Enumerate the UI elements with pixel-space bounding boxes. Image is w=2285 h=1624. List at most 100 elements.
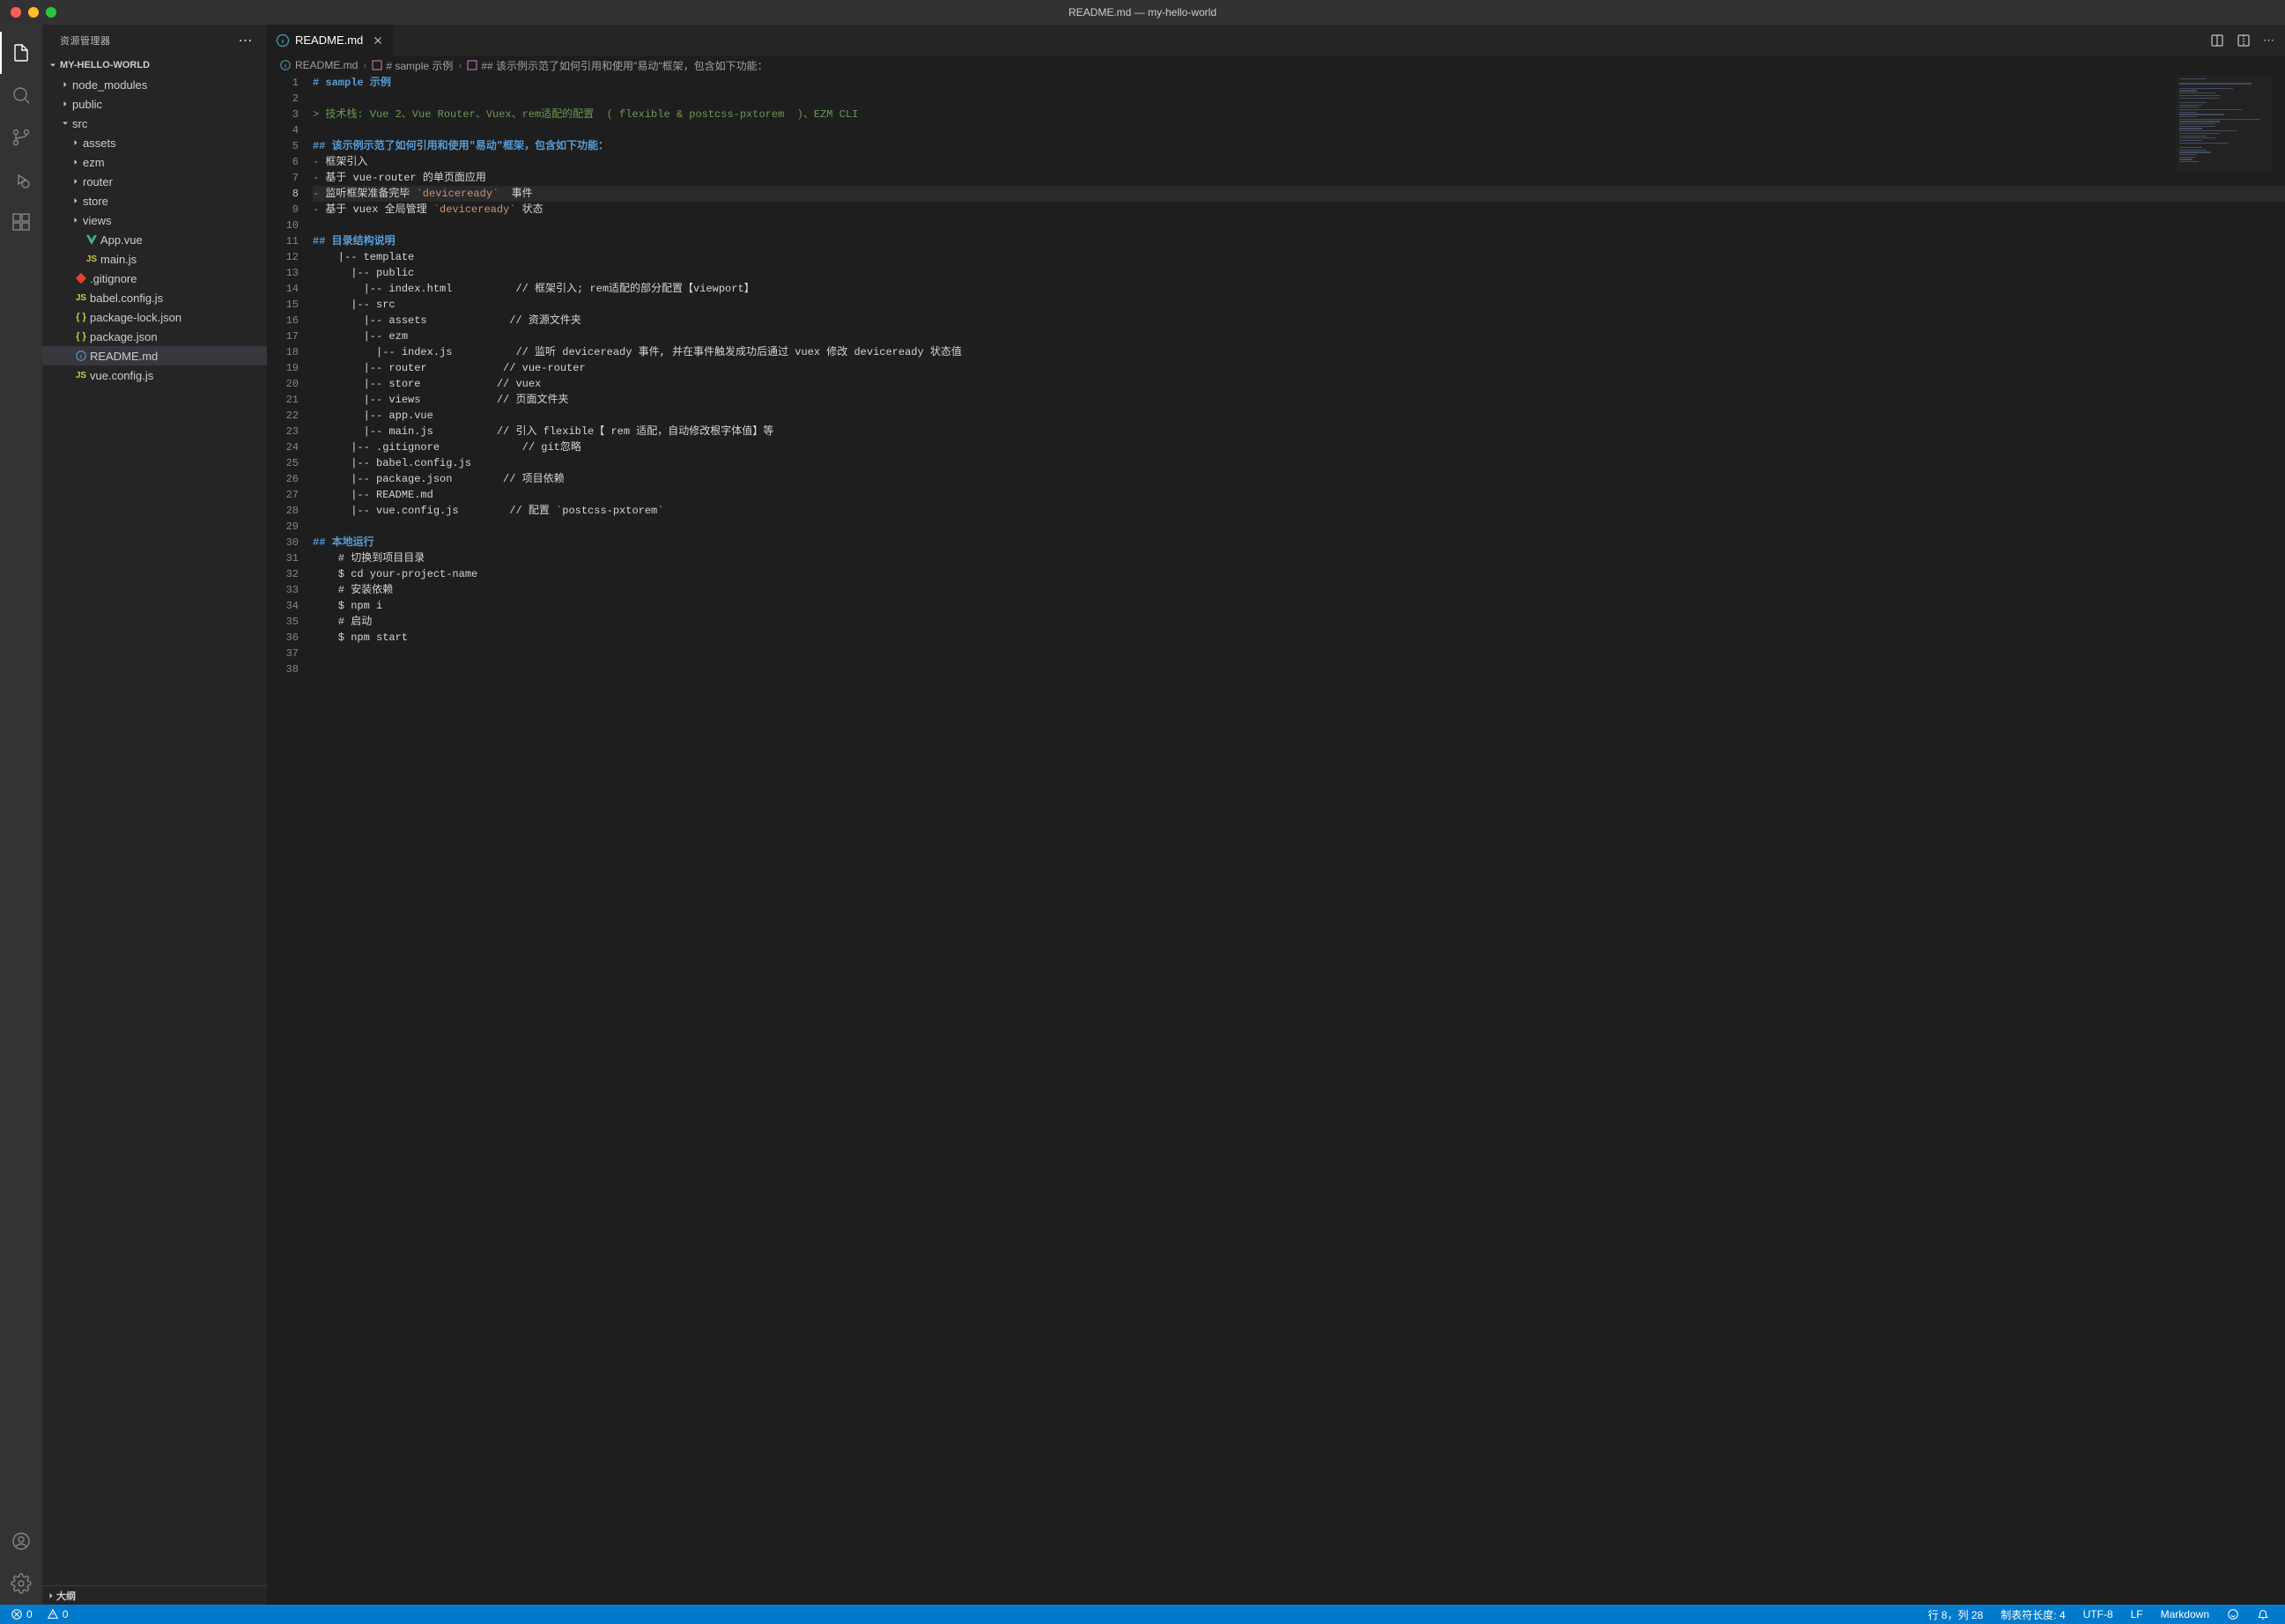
tree-item-label: store (83, 195, 108, 208)
code-content[interactable]: # sample 示例 > 技术栈: Vue 2、Vue Router、Vuex… (313, 75, 2285, 1605)
tree-item-label: main.js (100, 253, 137, 266)
window-title: README.md — my-hello-world (1069, 6, 1216, 18)
editor-body[interactable]: 1234567891011121314151617181920212223242… (267, 75, 2285, 1605)
tree-item-label: README.md (90, 350, 158, 363)
project-section-header[interactable]: MY-HELLO-WORLD (42, 55, 267, 75)
chevron-icon (69, 196, 83, 206)
chevron-icon (69, 176, 83, 187)
sidebar-title: 资源管理器 (60, 33, 111, 48)
tab-readme[interactable]: README.md (267, 25, 394, 55)
activity-source-control[interactable] (0, 116, 42, 159)
sidebar-more-icon[interactable]: ⋯ (239, 32, 254, 49)
file-icon: JS (72, 293, 90, 303)
breadcrumb-item[interactable]: # sample 示例 (386, 58, 453, 73)
files-icon (11, 42, 32, 63)
status-eol[interactable]: LF (2127, 1608, 2147, 1620)
window-close-button[interactable] (11, 7, 21, 18)
activity-bar (0, 25, 42, 1605)
status-tab-size[interactable]: 制表符长度: 4 (1997, 1607, 2068, 1622)
status-cursor-position[interactable]: 行 8，列 28 (1925, 1607, 1987, 1622)
file-icon: { } (72, 312, 90, 322)
tree-item-src[interactable]: src (42, 114, 267, 133)
activity-extensions[interactable] (0, 201, 42, 243)
window-maximize-button[interactable] (46, 7, 56, 18)
status-bell-icon[interactable] (2253, 1608, 2273, 1620)
tree-item-node-modules[interactable]: node_modules (42, 75, 267, 94)
extensions-icon (11, 211, 32, 233)
tree-item-label: views (83, 214, 112, 227)
warning-icon (47, 1608, 59, 1620)
breadcrumb-item[interactable]: README.md (295, 59, 358, 71)
error-icon (11, 1608, 23, 1620)
status-encoding[interactable]: UTF-8 (2080, 1608, 2117, 1620)
debug-icon (11, 169, 32, 190)
gear-icon (11, 1573, 32, 1594)
status-warnings[interactable]: 0 (43, 1608, 72, 1620)
tree-item-label: babel.config.js (90, 292, 163, 305)
tree-item-app-vue[interactable]: App.vue (42, 230, 267, 249)
chevron-icon (69, 157, 83, 167)
file-icon: JS (83, 255, 100, 264)
breadcrumb-item[interactable]: ## 该示例示范了如何引用和使用"易动"框架，包含如下功能： (481, 58, 767, 73)
outline-section-header[interactable]: 大纲 (42, 1585, 267, 1605)
file-icon (72, 350, 90, 362)
file-icon (72, 272, 90, 284)
tree-item-package-json[interactable]: { }package.json (42, 327, 267, 346)
split-editor-icon[interactable] (2237, 33, 2251, 48)
tree-item-label: node_modules (72, 78, 147, 92)
editor-area: README.md ⋯ (267, 25, 2285, 1605)
tree-item-views[interactable]: views (42, 210, 267, 230)
close-icon[interactable] (372, 34, 384, 47)
tree-item-label: assets (83, 137, 116, 150)
window-minimize-button[interactable] (28, 7, 39, 18)
tree-item-label: package.json (90, 330, 158, 343)
activity-debug[interactable] (0, 159, 42, 201)
tree-item-public[interactable]: public (42, 94, 267, 114)
info-icon (279, 59, 292, 71)
activity-accounts[interactable] (0, 1520, 42, 1562)
tab-label: README.md (295, 33, 363, 47)
tree-item-package-lock-json[interactable]: { }package-lock.json (42, 307, 267, 327)
tree-item-ezm[interactable]: ezm (42, 152, 267, 172)
tree-item-label: src (72, 117, 87, 130)
tree-item-label: App.vue (100, 233, 143, 247)
tree-item--gitignore[interactable]: .gitignore (42, 269, 267, 288)
tree-item-label: router (83, 175, 113, 188)
open-preview-icon[interactable] (2210, 33, 2224, 48)
chevron-right-icon: › (458, 59, 462, 71)
search-icon (11, 85, 32, 106)
chevron-down-icon (46, 60, 60, 70)
tab-more-icon[interactable]: ⋯ (2263, 33, 2274, 48)
heading-icon (467, 60, 477, 70)
tree-item-vue-config-js[interactable]: JSvue.config.js (42, 365, 267, 385)
editor-tabs: README.md ⋯ (267, 25, 2285, 55)
status-feedback-icon[interactable] (2223, 1608, 2243, 1620)
status-errors[interactable]: 0 (7, 1608, 36, 1620)
file-icon: JS (72, 371, 90, 380)
tree-item-label: ezm (83, 156, 105, 169)
chevron-icon (58, 79, 72, 90)
chevron-icon (69, 137, 83, 148)
tree-item-store[interactable]: store (42, 191, 267, 210)
status-language[interactable]: Markdown (2157, 1608, 2213, 1620)
tree-item-label: package-lock.json (90, 311, 181, 324)
activity-explorer[interactable] (0, 32, 42, 74)
minimap[interactable] (2176, 75, 2273, 172)
statusbar: 0 0 行 8，列 28 制表符长度: 4 UTF-8 LF Markdown (0, 1605, 2285, 1624)
file-icon (83, 233, 100, 247)
chevron-icon (58, 99, 72, 109)
tree-item-router[interactable]: router (42, 172, 267, 191)
file-tree: node_modulespublic src assets ezm router stor… (42, 75, 267, 1585)
activity-search[interactable] (0, 74, 42, 116)
chevron-right-icon (46, 1591, 56, 1601)
breadcrumbs[interactable]: README.md › # sample 示例 › ## 该示例示范了如何引用和… (267, 55, 2285, 75)
tree-item-assets[interactable]: assets (42, 133, 267, 152)
titlebar: README.md — my-hello-world (0, 0, 2285, 25)
activity-settings[interactable] (0, 1562, 42, 1605)
tree-item-readme-md[interactable]: README.md (42, 346, 267, 365)
tree-item-main-js[interactable]: JSmain.js (42, 249, 267, 269)
git-branch-icon (11, 127, 32, 148)
line-gutter: 1234567891011121314151617181920212223242… (267, 75, 313, 1605)
outline-label: 大纲 (56, 1589, 76, 1603)
tree-item-babel-config-js[interactable]: JSbabel.config.js (42, 288, 267, 307)
